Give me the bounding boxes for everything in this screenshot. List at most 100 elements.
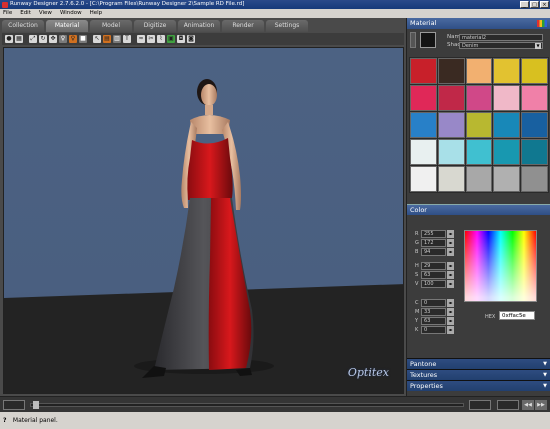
color-spectrum-picker[interactable] bbox=[464, 230, 537, 302]
palette-swatch[interactable] bbox=[410, 112, 437, 138]
menu-help[interactable]: Help bbox=[90, 9, 103, 18]
color-field-input[interactable]: 0 bbox=[421, 299, 446, 307]
palette-swatch[interactable] bbox=[521, 58, 548, 84]
hex-input[interactable]: 0xffac5e bbox=[499, 311, 535, 320]
fit-view-icon[interactable]: ⤢ bbox=[29, 35, 37, 43]
color-field-input[interactable]: 94 bbox=[421, 248, 446, 256]
palette-swatch[interactable] bbox=[493, 58, 521, 84]
view-sphere-icon[interactable]: ● bbox=[5, 35, 13, 43]
close-button[interactable]: × bbox=[540, 1, 549, 8]
3d-viewport[interactable]: Optitex bbox=[3, 47, 404, 394]
textures-panel-header[interactable]: Textures bbox=[407, 369, 550, 381]
tab-digitize[interactable]: Digitize bbox=[134, 20, 176, 32]
current-frame-field[interactable] bbox=[469, 400, 491, 410]
palette-swatch[interactable] bbox=[521, 85, 548, 111]
maximize-button[interactable]: □ bbox=[530, 1, 539, 8]
stepper-arrows-icon[interactable]: ◂▸ bbox=[447, 317, 454, 325]
avatar-front-icon[interactable]: ♀ bbox=[59, 35, 67, 43]
color-panel-header[interactable]: Color bbox=[407, 204, 550, 215]
fabric-icon[interactable]: ≈ bbox=[137, 35, 145, 43]
tab-settings[interactable]: Settings bbox=[266, 20, 308, 32]
timeline-handle[interactable] bbox=[33, 401, 39, 409]
start-frame-field[interactable] bbox=[3, 400, 25, 410]
tab-animation[interactable]: Animation bbox=[178, 20, 220, 32]
stepper-arrows-icon[interactable]: ◂▸ bbox=[447, 271, 454, 279]
view-grid-icon[interactable]: ▦ bbox=[15, 35, 23, 43]
palette-swatch[interactable] bbox=[437, 139, 465, 165]
palette-swatch[interactable] bbox=[465, 166, 493, 192]
stepper-arrows-icon[interactable]: ◂▸ bbox=[447, 239, 454, 247]
palette-swatch[interactable] bbox=[410, 58, 437, 84]
properties-panel-header[interactable]: Properties bbox=[407, 380, 550, 392]
tab-collection[interactable]: Collection bbox=[2, 20, 44, 32]
texture-icon[interactable]: ▤ bbox=[103, 35, 111, 43]
color-field-input[interactable]: 255 bbox=[421, 230, 446, 238]
stepper-arrows-icon[interactable]: ◂▸ bbox=[447, 262, 454, 270]
prev-frame-icon[interactable]: ◀◀ bbox=[522, 400, 534, 410]
color-field-input[interactable]: 29 bbox=[421, 262, 446, 270]
tab-model[interactable]: Model bbox=[90, 20, 132, 32]
pantone-panel-header[interactable]: Pantone bbox=[407, 358, 550, 370]
palette-swatch[interactable] bbox=[410, 139, 437, 165]
texture-layer-icon[interactable]: ▥ bbox=[113, 35, 121, 43]
stepper-arrows-icon[interactable]: ◂▸ bbox=[447, 299, 454, 307]
avatar-pose-icon[interactable]: ♀ bbox=[69, 35, 77, 43]
material-box-icon[interactable]: ■ bbox=[79, 35, 87, 43]
stepper-arrows-icon[interactable]: ◂▸ bbox=[447, 308, 454, 316]
palette-swatch[interactable] bbox=[410, 166, 437, 192]
chevron-down-icon[interactable]: ▼ bbox=[535, 43, 541, 49]
text-tool-icon[interactable]: T bbox=[123, 35, 131, 43]
palette-swatch[interactable] bbox=[465, 85, 493, 111]
minimize-button[interactable]: _ bbox=[520, 1, 529, 8]
rotate-view-icon[interactable]: ↻ bbox=[39, 35, 47, 43]
palette-swatch[interactable] bbox=[465, 112, 493, 138]
palette-swatch[interactable] bbox=[521, 139, 548, 165]
tab-render[interactable]: Render bbox=[222, 20, 264, 32]
stitch-icon[interactable]: ⌇ bbox=[157, 35, 165, 43]
end-frame-field[interactable] bbox=[497, 400, 519, 410]
timeline-track[interactable] bbox=[30, 403, 464, 407]
color-field-input[interactable]: 33 bbox=[421, 308, 446, 316]
palette-swatch[interactable] bbox=[437, 85, 465, 111]
toolbar: ● ▦ ⤢ ↻ ✥ ♀ ♀ ■ ↖ ▤ ▥ T ≈ ✂ ⌇ ▣ ◘ ◙ bbox=[2, 33, 404, 45]
palette-swatch[interactable] bbox=[437, 58, 465, 84]
stepper-arrows-icon[interactable]: ◂▸ bbox=[447, 280, 454, 288]
palette-swatch[interactable] bbox=[465, 139, 493, 165]
palette-swatch[interactable] bbox=[410, 85, 437, 111]
palette-swatch[interactable] bbox=[493, 139, 521, 165]
sewing-icon[interactable]: ✂ bbox=[147, 35, 155, 43]
next-frame-icon[interactable]: ▶▶ bbox=[535, 400, 547, 410]
material-preview-swatch[interactable] bbox=[420, 32, 436, 48]
palette-swatch[interactable] bbox=[493, 85, 521, 111]
palette-swatch[interactable] bbox=[493, 166, 521, 192]
light-icon[interactable]: ◙ bbox=[187, 35, 195, 43]
menu-edit[interactable]: Edit bbox=[20, 9, 31, 18]
pan-view-icon[interactable]: ✥ bbox=[49, 35, 57, 43]
material-scroll-spinner[interactable] bbox=[410, 32, 416, 48]
tab-material[interactable]: Material bbox=[46, 20, 88, 32]
palette-switch-icon[interactable] bbox=[537, 20, 547, 27]
color-field-input[interactable]: 172 bbox=[421, 239, 446, 247]
palette-swatch[interactable] bbox=[521, 112, 548, 138]
stepper-arrows-icon[interactable]: ◂▸ bbox=[447, 230, 454, 238]
color-field-input[interactable]: 63 bbox=[421, 271, 446, 279]
palette-swatch[interactable] bbox=[521, 166, 548, 192]
simulate-icon[interactable]: ▣ bbox=[167, 35, 175, 43]
palette-swatch[interactable] bbox=[465, 58, 493, 84]
palette-swatch[interactable] bbox=[437, 112, 465, 138]
shader-select[interactable]: Denim ▼ bbox=[459, 42, 543, 49]
stepper-arrows-icon[interactable]: ◂▸ bbox=[447, 248, 454, 256]
stepper-arrows-icon[interactable]: ◂▸ bbox=[447, 326, 454, 334]
status-bar: ? Material panel. bbox=[0, 412, 550, 429]
menu-file[interactable]: File bbox=[3, 9, 12, 18]
color-field-input[interactable]: 100 bbox=[421, 280, 446, 288]
cursor-icon[interactable]: ↖ bbox=[93, 35, 101, 43]
palette-swatch[interactable] bbox=[493, 112, 521, 138]
menu-window[interactable]: Window bbox=[60, 9, 82, 18]
material-name-field[interactable]: material2 bbox=[459, 34, 543, 41]
menu-view[interactable]: View bbox=[39, 9, 52, 18]
color-field-input[interactable]: 0 bbox=[421, 326, 446, 334]
camera-icon[interactable]: ◘ bbox=[177, 35, 185, 43]
palette-swatch[interactable] bbox=[437, 166, 465, 192]
color-field-input[interactable]: 63 bbox=[421, 317, 446, 325]
